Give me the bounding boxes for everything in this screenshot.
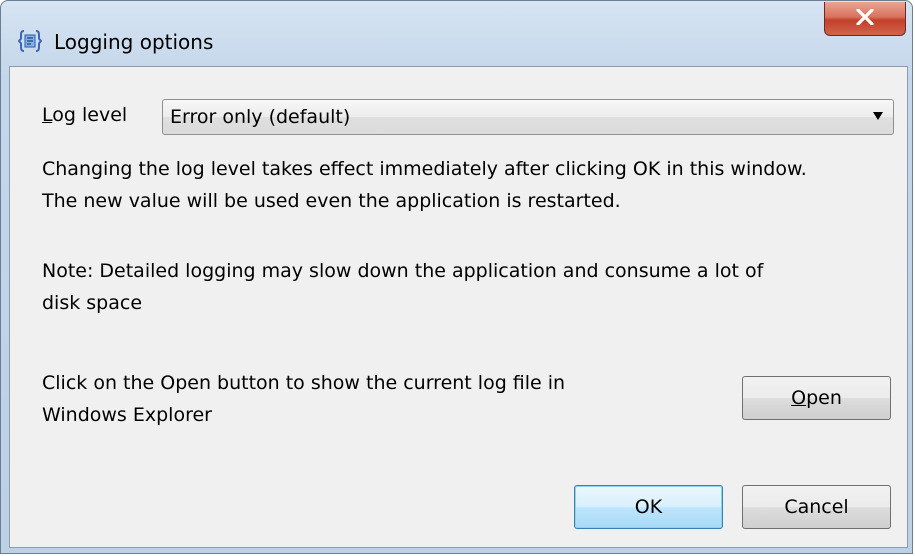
log-level-label: Log level: [42, 104, 128, 126]
logging-options-window: Logging options Log level Error only (de…: [0, 0, 913, 554]
logging-options-app-icon: [17, 29, 43, 53]
open-hint-line-2: Windows Explorer: [42, 404, 212, 426]
cancel-button[interactable]: Cancel: [742, 485, 891, 529]
close-icon: [856, 7, 874, 29]
chevron-down-icon: [873, 112, 883, 120]
info-text-line-2: The new value will be used even the appl…: [42, 190, 621, 212]
note-text-line-1: Note: Detailed logging may slow down the…: [42, 260, 764, 282]
dialog-body: Log level Error only (default) Changing …: [9, 66, 908, 548]
window-title: Logging options: [54, 30, 214, 54]
title-bar[interactable]: Logging options: [1, 1, 914, 54]
note-text-line-2: disk space: [42, 292, 143, 314]
open-hint-line-1: Click on the Open button to show the cur…: [42, 372, 566, 394]
info-text-line-1: Changing the log level takes effect imme…: [42, 158, 807, 180]
open-accelerator: O: [791, 387, 807, 409]
close-button[interactable]: [824, 2, 906, 36]
log-level-selected-value: Error only (default): [170, 106, 351, 128]
open-button[interactable]: Open: [742, 376, 891, 420]
ok-button[interactable]: OK: [574, 485, 723, 529]
log-level-accelerator: L: [42, 104, 53, 126]
log-level-select[interactable]: Error only (default): [162, 99, 894, 135]
